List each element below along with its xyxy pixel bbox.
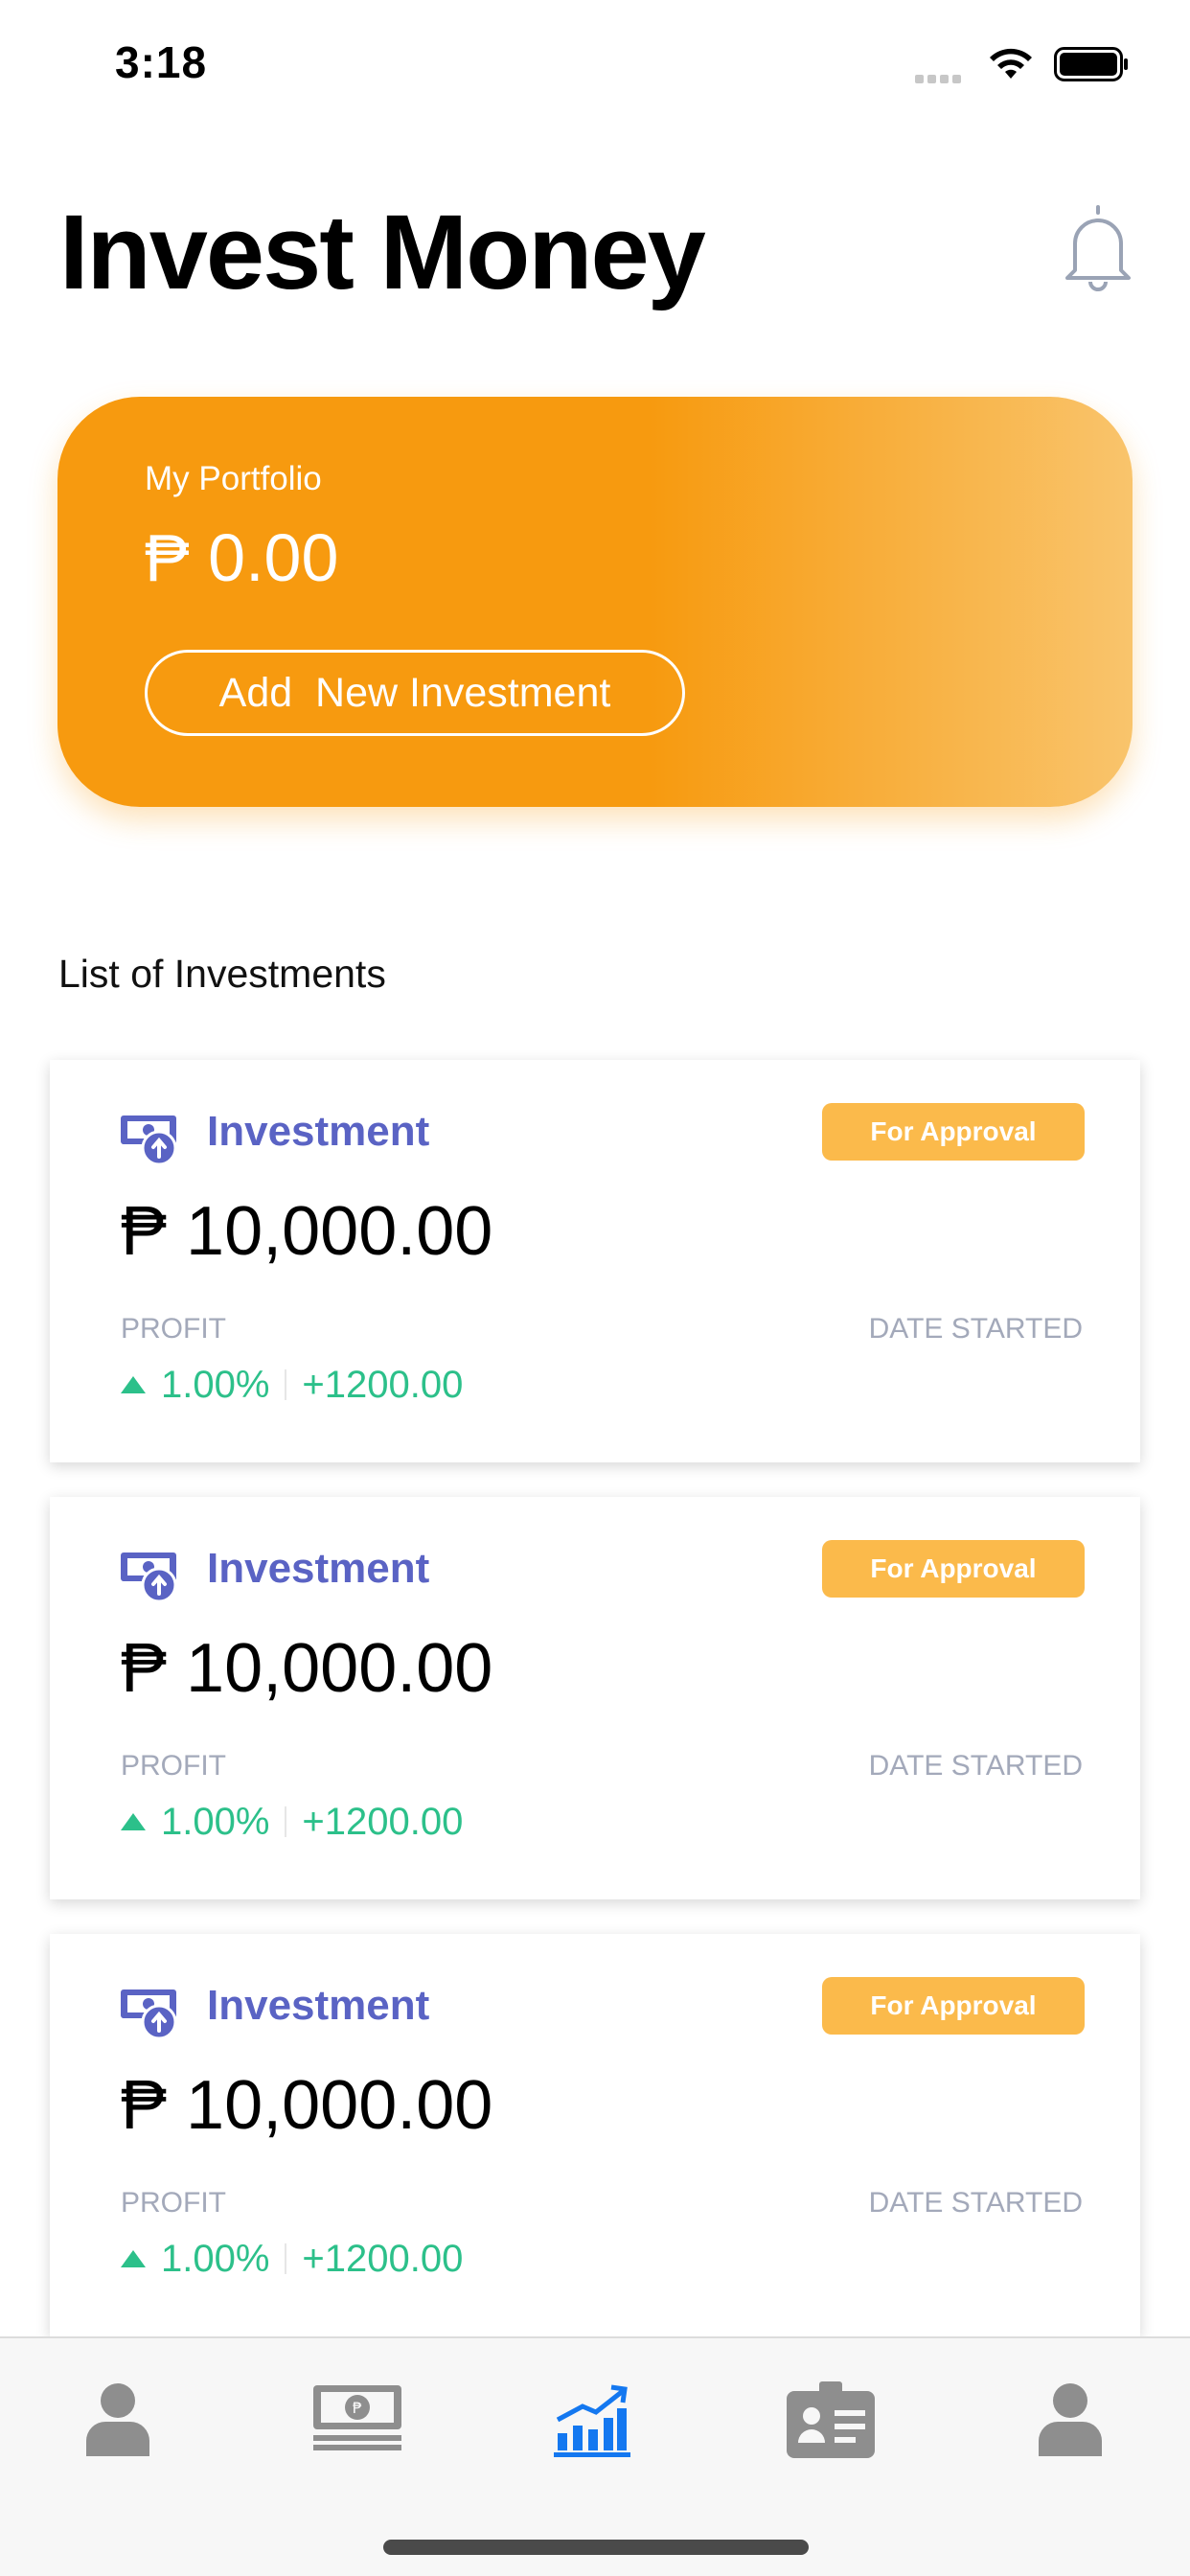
profit-row: 1.00% +1200.00	[121, 1798, 463, 1846]
divider	[285, 1806, 287, 1837]
date-started-label: DATE STARTED	[868, 1313, 1083, 1345]
growth-chart-icon	[554, 2384, 630, 2457]
investment-card[interactable]: Investment For Approval ₱ 10,000.00 PROF…	[50, 1060, 1140, 1462]
profit-value: +1200.00	[302, 1800, 464, 1843]
portfolio-amount: ₱ 0.00	[145, 520, 339, 595]
tab-bar: ₱	[0, 2336, 1190, 2576]
profit-value: +1200.00	[302, 1363, 464, 1406]
investment-title: Investment	[207, 1982, 430, 2029]
profit-label: PROFIT	[121, 2187, 226, 2219]
tab-user[interactable]	[65, 2367, 171, 2472]
divider	[285, 1369, 287, 1400]
add-new-investment-button[interactable]: Add New Investment	[145, 650, 685, 736]
investment-amount: ₱ 10,000.00	[121, 1630, 493, 1707]
status-time: 3:18	[115, 37, 208, 87]
wifi-icon	[990, 48, 1032, 79]
investment-card[interactable]: Investment For Approval ₱ 10,000.00 PROF…	[50, 1934, 1140, 2336]
status-bar: 3:18	[0, 0, 1190, 126]
profit-percent: 1.00%	[161, 2237, 270, 2280]
investment-money-icon	[121, 1116, 177, 1165]
svg-text:₱: ₱	[353, 2399, 362, 2417]
profit-percent: 1.00%	[161, 1363, 270, 1406]
status-badge: For Approval	[822, 1977, 1085, 2035]
notification-bell-icon[interactable]	[1062, 203, 1134, 291]
date-started-label: DATE STARTED	[868, 2187, 1083, 2219]
profit-value: +1200.00	[302, 2237, 464, 2280]
up-arrow-icon	[121, 1376, 146, 1393]
profit-label: PROFIT	[121, 1313, 226, 1345]
investment-money-icon	[121, 1552, 177, 1602]
investment-amount: ₱ 10,000.00	[121, 1193, 493, 1270]
tab-profile[interactable]	[1018, 2367, 1123, 2472]
profit-percent: 1.00%	[161, 1800, 270, 1843]
investment-amount: ₱ 10,000.00	[121, 2067, 493, 2144]
profit-row: 1.00% +1200.00	[121, 1361, 463, 1409]
divider	[285, 2243, 287, 2274]
profile-icon	[1039, 2383, 1102, 2456]
profit-label: PROFIT	[121, 1750, 226, 1782]
battery-icon	[1054, 47, 1128, 81]
profit-row: 1.00% +1200.00	[121, 2235, 463, 2283]
portfolio-label: My Portfolio	[145, 460, 322, 497]
tab-investments[interactable]	[539, 2367, 645, 2472]
date-started-label: DATE STARTED	[868, 1750, 1083, 1782]
page-title: Invest Money	[59, 194, 706, 311]
cellular-signal-icon	[915, 71, 969, 83]
up-arrow-icon	[121, 1813, 146, 1830]
portfolio-card: My Portfolio ₱ 0.00 Add New Investment	[57, 397, 1133, 807]
investments-list-title: List of Investments	[58, 952, 386, 996]
investment-title: Investment	[207, 1545, 430, 1592]
money-stack-icon: ₱	[313, 2385, 401, 2450]
status-badge: For Approval	[822, 1540, 1085, 1598]
id-card-icon	[787, 2381, 875, 2458]
tab-money[interactable]: ₱	[305, 2367, 410, 2472]
investment-card[interactable]: Investment For Approval ₱ 10,000.00 PROF…	[50, 1497, 1140, 1899]
user-icon	[86, 2383, 149, 2456]
home-indicator[interactable]	[383, 2540, 809, 2555]
up-arrow-icon	[121, 2250, 146, 2267]
investment-money-icon	[121, 1990, 177, 2039]
investment-title: Investment	[207, 1108, 430, 1155]
tab-id-card[interactable]	[778, 2367, 883, 2472]
status-badge: For Approval	[822, 1103, 1085, 1161]
